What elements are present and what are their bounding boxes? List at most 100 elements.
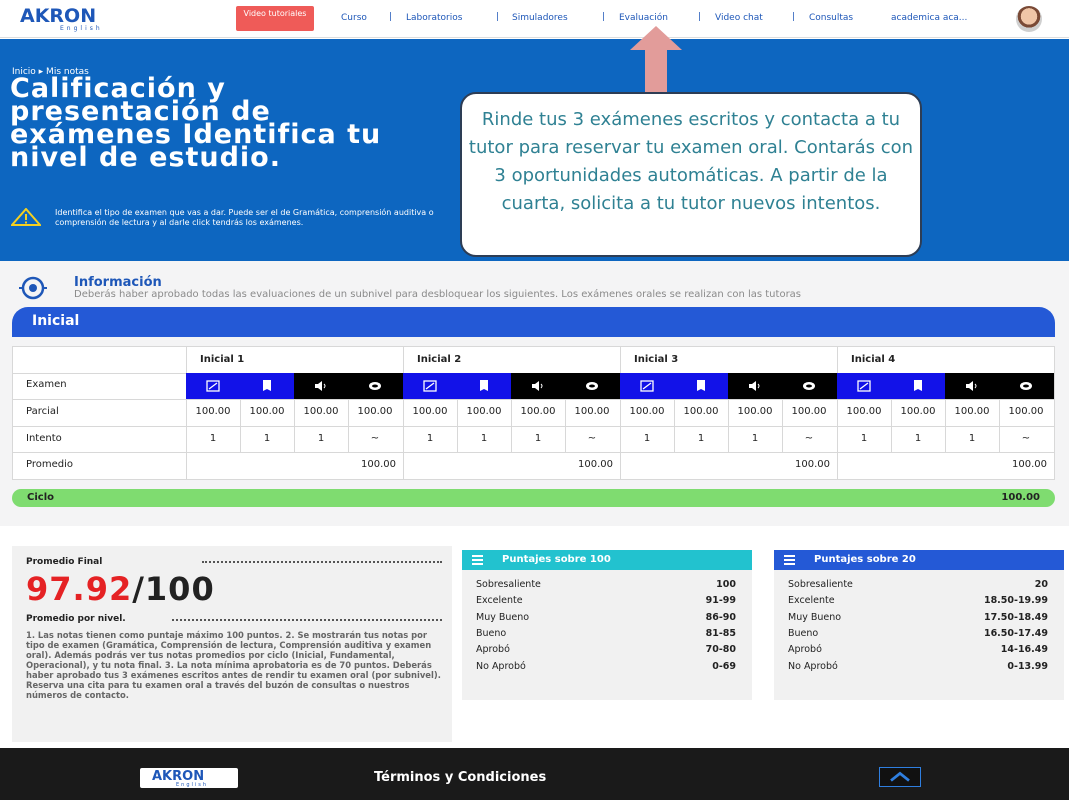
reading-icon[interactable] [891,373,945,399]
final-score-value: 97.92 [26,570,133,608]
group-average: 100.00 [361,459,396,470]
attempt-count: ~ [370,433,380,444]
exam-icons-row [403,373,620,399]
listening-icon[interactable] [945,373,999,399]
dotted-divider [172,619,442,621]
attempt-count: 1 [914,433,922,444]
avatar[interactable] [1016,6,1042,32]
scale-20-header[interactable]: Puntajes sobre 20 [774,550,1064,570]
grammar-icon[interactable] [620,373,674,399]
hero-description: Identifica el tipo de examen que vas a d… [55,208,434,227]
scale-label: Sobresaliente [476,579,541,590]
footer-logo[interactable]: AKRON English [140,768,238,788]
attempt-count: ~ [587,433,597,444]
scale-row: No Aprobó 0-13.99 [774,658,1064,674]
list-icon [784,555,795,565]
scale-label: Sobresaliente [788,579,853,590]
attempt-count: 1 [209,433,217,444]
nav-separator: | [496,12,500,22]
grades-section: Información Deberás haber aprobado todas… [0,261,1069,526]
scale-row: Excelente 18.50-19.99 [774,592,1064,608]
terms-link[interactable]: Términos y Condiciones [374,770,546,785]
footer: AKRON English Términos y Condiciones [0,748,1069,800]
scale-label: No Aprobó [476,660,526,672]
row-label-promedio: Promedio [26,459,74,470]
table-divider [1054,346,1055,479]
attempt-count: 1 [968,433,976,444]
listening-icon[interactable] [294,373,348,399]
scale-range: 16.50-17.49 [983,627,1048,639]
scale-row: Muy Bueno 17.50-18.49 [774,609,1064,625]
scale-label: Muy Bueno [788,611,842,623]
nav-curso[interactable]: Curso [341,13,367,23]
table-divider [12,399,1055,400]
attempt-count: 1 [643,433,651,444]
target-icon [19,276,47,300]
scale-range: 70-80 [705,644,736,656]
oral-icon[interactable] [782,373,836,399]
exam-icons-row [837,373,1054,399]
scale-label: Bueno [788,627,819,639]
scale-label: Bueno [476,627,507,639]
exam-icons-row [620,373,837,399]
grammar-icon[interactable] [403,373,457,399]
nav-laboratorios[interactable]: Laboratorios [406,13,462,23]
reading-icon[interactable] [240,373,294,399]
reading-icon[interactable] [457,373,511,399]
ciclo-bar: Ciclo 100.00 [12,489,1055,507]
oral-icon[interactable] [348,373,402,399]
nav-consultas[interactable]: Consultas [809,13,853,23]
grades-table: Examen Parcial Intento Promedio Inicial … [12,346,1055,480]
nav-separator: | [792,12,796,22]
parcial-score: 100.00 [195,406,231,417]
top-navigation: AKRON English Video tutoriales Curso | L… [0,0,1069,38]
scale-range: 18.50-19.99 [983,595,1048,607]
row-label-examen: Examen [26,379,67,390]
parcial-score: 100.00 [737,406,773,417]
parcial-score: 100.00 [900,406,936,417]
oral-icon[interactable] [999,373,1053,399]
table-divider [12,452,1055,453]
nav-separator: | [389,12,393,22]
scroll-top-button[interactable] [879,767,921,787]
parcial-score: 100.00 [357,406,393,417]
exam-icons-row [186,373,403,399]
parcial-score: 100.00 [466,406,502,417]
warning-icon [11,208,41,226]
level-header[interactable]: Inicial [12,307,1055,337]
attempt-count: 1 [480,433,488,444]
listening-icon[interactable] [511,373,565,399]
grammar-icon[interactable] [186,373,240,399]
listening-icon[interactable] [728,373,782,399]
scale-row: Sobresaliente 20 [774,576,1064,592]
parcial-score: 100.00 [629,406,665,417]
akron-logo[interactable]: AKRON English [20,7,130,33]
grammar-icon[interactable] [837,373,891,399]
scale-row: Aprobó 70-80 [462,641,752,657]
group-average: 100.00 [1012,459,1047,470]
dotted-divider [202,561,442,563]
scale-row: Excelente 91-99 [462,592,752,608]
user-name[interactable]: academica aca... [891,13,967,23]
nav-video-chat[interactable]: Video chat [715,13,763,23]
scale-100-header[interactable]: Puntajes sobre 100 [462,550,752,570]
row-label-parcial: Parcial [26,406,59,417]
scale-20-title: Puntajes sobre 20 [814,554,916,565]
scale-label: Aprobó [788,644,822,656]
scale-range: 14-16.49 [1000,644,1048,656]
page-title: Calificación y presentación de exámenes … [10,73,382,173]
video-tutorials-button[interactable]: Video tutoriales [236,6,314,31]
attempt-count: ~ [804,433,814,444]
parcial-score: 100.00 [412,406,448,417]
oral-icon[interactable] [565,373,619,399]
nav-simuladores[interactable]: Simuladores [512,13,568,23]
group-average: 100.00 [795,459,830,470]
attempt-count: 1 [534,433,542,444]
nav-separator: | [698,12,702,22]
nav-evaluacion[interactable]: Evaluación [619,13,668,23]
group-header: Inicial 2 [417,354,462,365]
info-description: Deberás haber aprobado todas las evaluac… [74,289,802,300]
logo-subtext: English [60,25,103,32]
ciclo-value: 100.00 [1001,492,1040,503]
reading-icon[interactable] [674,373,728,399]
